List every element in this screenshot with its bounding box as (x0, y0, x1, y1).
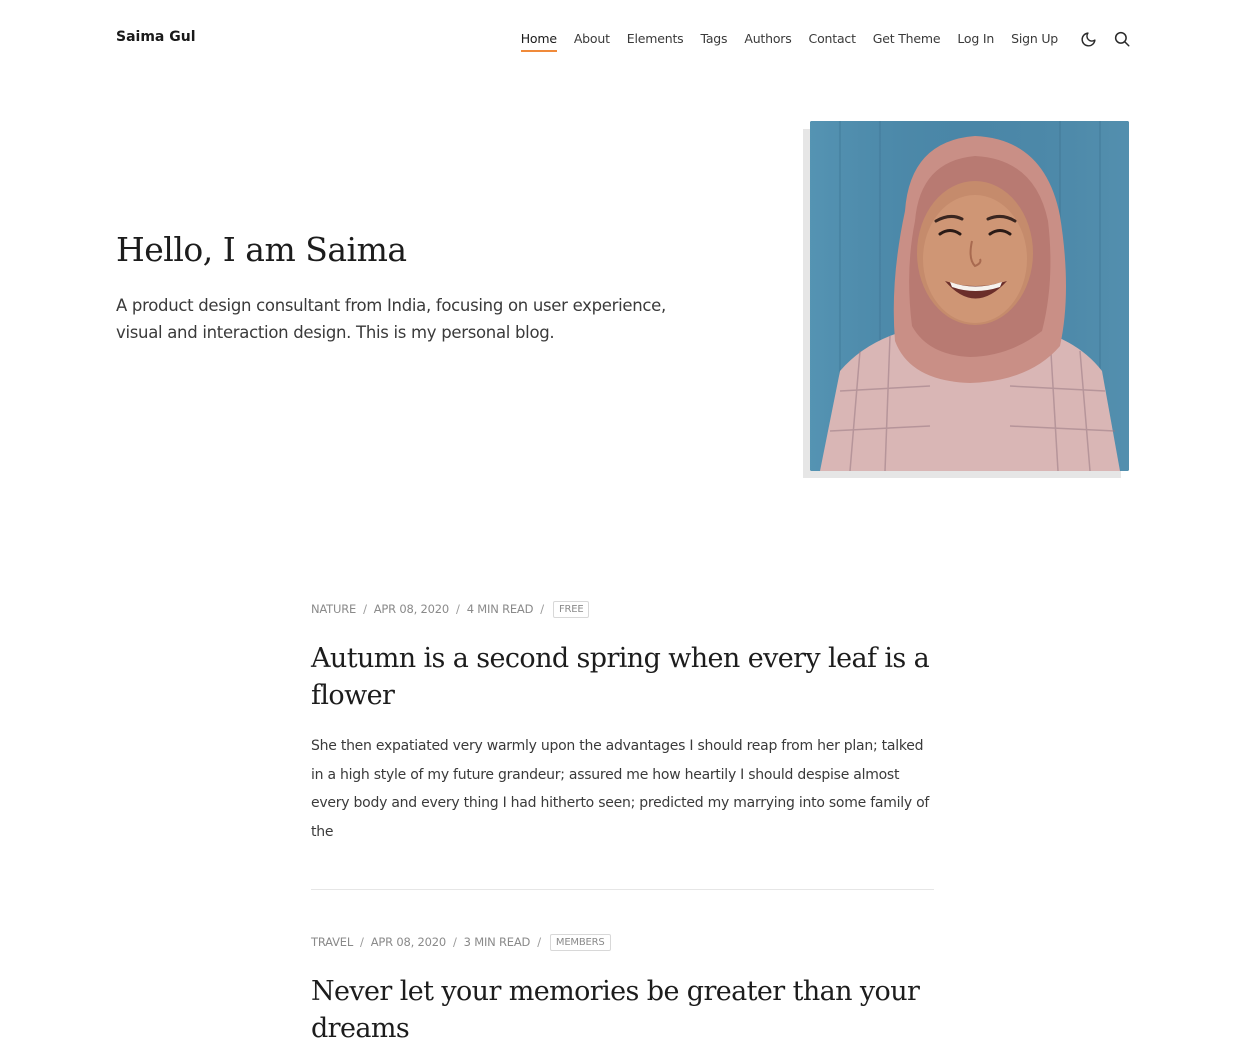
post-date: APR 08, 2020 (370, 935, 446, 949)
post-card: NATURE / APR 08, 2020 / 4 MIN READ / FRE… (311, 600, 934, 846)
main-nav: Home About Elements Tags Authors Contact… (520, 31, 1058, 52)
hero-portrait (803, 121, 1129, 478)
nav-get-theme[interactable]: Get Theme (873, 31, 941, 52)
post-feed: NATURE / APR 08, 2020 / 4 MIN READ / FRE… (311, 600, 934, 1047)
nav-about[interactable]: About (574, 31, 610, 52)
post-meta: NATURE / APR 08, 2020 / 4 MIN READ / FRE… (311, 600, 934, 618)
site-logo-link[interactable]: Saima Gul (116, 29, 196, 45)
post-excerpt: She then expatiated very warmly upon the… (311, 738, 930, 840)
meta-separator: / (456, 602, 460, 616)
post-date: APR 08, 2020 (373, 602, 450, 616)
portrait-photo (810, 121, 1129, 471)
meta-separator: / (360, 935, 364, 949)
hero-description: A product design consultant from India, … (116, 296, 666, 342)
post-meta: TRAVEL / APR 08, 2020 / 3 MIN READ / MEM… (311, 933, 934, 951)
nav-contact[interactable]: Contact (809, 31, 856, 52)
post-title: Never let your memories be greater than … (311, 973, 934, 1047)
post-read-time: 3 MIN READ (463, 935, 531, 949)
meta-separator: / (452, 935, 457, 949)
post-access-badge: FREE (552, 600, 590, 618)
nav-elements[interactable]: Elements (627, 31, 684, 52)
post-divider (311, 889, 934, 890)
meta-separator: / (540, 602, 544, 616)
nav-tags[interactable]: Tags (700, 31, 727, 52)
post-card: TRAVEL / APR 08, 2020 / 3 MIN READ / MEM… (311, 933, 934, 1047)
post-title-link[interactable]: Autumn is a second spring when every lea… (311, 643, 930, 711)
post-read-time: 4 MIN READ (466, 602, 534, 616)
post-access-badge: MEMBERS (549, 933, 611, 951)
post-tag-link[interactable]: TRAVEL (311, 935, 353, 949)
meta-separator: / (363, 602, 367, 616)
moon-icon[interactable] (1078, 29, 1098, 49)
search-icon[interactable] (1112, 29, 1132, 49)
meta-separator: / (537, 935, 541, 949)
nav-sign-up[interactable]: Sign Up (1011, 31, 1058, 52)
post-title-link[interactable]: Never let your memories be greater than … (311, 976, 920, 1044)
post-tag-link[interactable]: NATURE (311, 602, 356, 616)
hero-title: Hello, I am Saima (116, 230, 407, 269)
nav-authors[interactable]: Authors (744, 31, 791, 52)
site-header: Saima Gul Home About Elements Tags Autho… (0, 0, 1246, 78)
header-actions (1078, 29, 1132, 49)
post-title: Autumn is a second spring when every lea… (311, 640, 934, 714)
nav-home[interactable]: Home (520, 31, 557, 52)
nav-log-in[interactable]: Log In (957, 31, 994, 52)
